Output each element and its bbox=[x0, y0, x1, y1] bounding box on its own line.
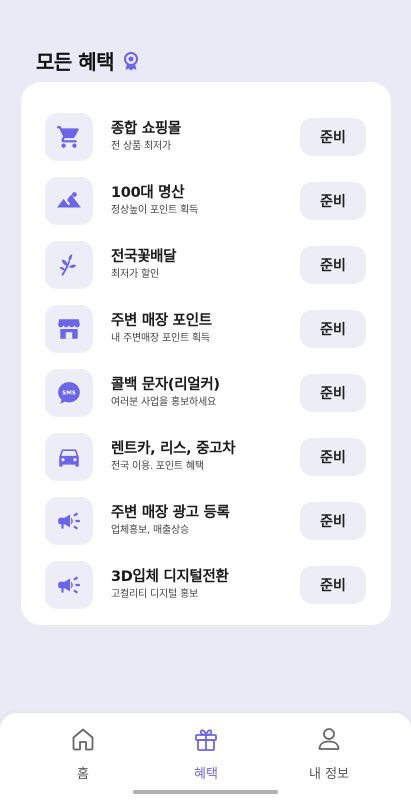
benefit-subtitle: 최저가 할인 bbox=[111, 269, 159, 280]
nav-item-profile[interactable]: 내 정보 bbox=[284, 725, 374, 782]
benefit-row-shopping[interactable]: 종합 쇼핑몰 전 상품 최저가 준비 bbox=[21, 105, 391, 169]
flower-icon bbox=[45, 241, 93, 289]
benefit-row-mountain[interactable]: 100대 명산 정상높이 포인트 획득 준비 bbox=[21, 169, 391, 233]
car-icon bbox=[45, 433, 93, 481]
benefit-subtitle: 전 상품 최저가 bbox=[111, 141, 171, 152]
ready-button[interactable]: 준비 bbox=[300, 374, 366, 412]
award-badge-icon bbox=[122, 51, 140, 71]
benefit-title: 콜백 문자(리얼커) bbox=[111, 377, 220, 393]
megaphone-icon bbox=[45, 561, 93, 609]
profile-icon bbox=[315, 725, 343, 757]
nav-label-benefits: 혜택 bbox=[194, 767, 218, 782]
benefit-title: 종합 쇼핑몰 bbox=[111, 121, 181, 137]
benefit-row-car[interactable]: 렌트카, 리스, 중고차 전국 이용. 포인트 혜택 준비 bbox=[21, 425, 391, 489]
ready-button[interactable]: 준비 bbox=[300, 182, 366, 220]
benefit-title: 주변 매장 광고 등록 bbox=[111, 505, 230, 521]
benefit-row-3d[interactable]: 3D입체 디지털전환 고컬리티 디지털 홍보 준비 bbox=[21, 553, 391, 617]
benefits-card: 종합 쇼핑몰 전 상품 최저가 준비 100대 명산 정상높이 포인트 획득 준… bbox=[21, 82, 391, 625]
ready-button[interactable]: 준비 bbox=[300, 118, 366, 156]
mountain-icon bbox=[45, 177, 93, 225]
benefit-row-sms[interactable]: SMS 콜백 문자(리얼커) 여러분 사업을 홍보하세요 준비 bbox=[21, 361, 391, 425]
benefit-row-flower[interactable]: 전국꽃배달 최저가 할인 준비 bbox=[21, 233, 391, 297]
ready-button[interactable]: 준비 bbox=[300, 566, 366, 604]
benefit-subtitle: 전국 이용. 포인트 혜택 bbox=[111, 461, 204, 472]
bottom-nav: 홈 혜택 내 정보 bbox=[0, 713, 411, 800]
benefit-subtitle: 고컬리티 디지털 홍보 bbox=[111, 589, 198, 600]
ready-button[interactable]: 준비 bbox=[300, 246, 366, 284]
page-title: 모든 혜택 bbox=[36, 50, 115, 74]
benefit-title: 3D입체 디지털전환 bbox=[111, 569, 229, 585]
megaphone-icon bbox=[45, 497, 93, 545]
sms-icon: SMS bbox=[45, 369, 93, 417]
benefit-title: 렌트카, 리스, 중고차 bbox=[111, 441, 236, 457]
home-indicator bbox=[133, 790, 278, 794]
ready-button[interactable]: 준비 bbox=[300, 310, 366, 348]
benefit-row-ad[interactable]: 주변 매장 광고 등록 업체홍보, 매출상승 준비 bbox=[21, 489, 391, 553]
nav-item-benefits[interactable]: 혜택 bbox=[161, 725, 251, 782]
ready-button[interactable]: 준비 bbox=[300, 438, 366, 476]
benefit-subtitle: 정상높이 포인트 획득 bbox=[111, 205, 198, 216]
benefit-title: 전국꽃배달 bbox=[111, 249, 177, 265]
shopping-cart-icon bbox=[45, 113, 93, 161]
nav-label-profile: 내 정보 bbox=[308, 767, 349, 782]
benefit-title: 100대 명산 bbox=[111, 185, 185, 201]
store-icon bbox=[45, 305, 93, 353]
home-icon bbox=[69, 725, 97, 757]
benefit-row-store[interactable]: 주변 매장 포인트 내 주변매장 포인트 획득 준비 bbox=[21, 297, 391, 361]
page-header: 모든 혜택 bbox=[36, 46, 140, 75]
gift-icon bbox=[192, 725, 220, 757]
svg-text:SMS: SMS bbox=[62, 391, 76, 397]
benefit-subtitle: 내 주변매장 포인트 획득 bbox=[111, 333, 210, 344]
benefit-subtitle: 업체홍보, 매출상승 bbox=[111, 525, 189, 536]
benefit-title: 주변 매장 포인트 bbox=[111, 313, 212, 329]
nav-item-home[interactable]: 홈 bbox=[38, 725, 128, 782]
benefit-subtitle: 여러분 사업을 홍보하세요 bbox=[111, 397, 216, 408]
ready-button[interactable]: 준비 bbox=[300, 502, 366, 540]
nav-label-home: 홈 bbox=[77, 767, 89, 782]
